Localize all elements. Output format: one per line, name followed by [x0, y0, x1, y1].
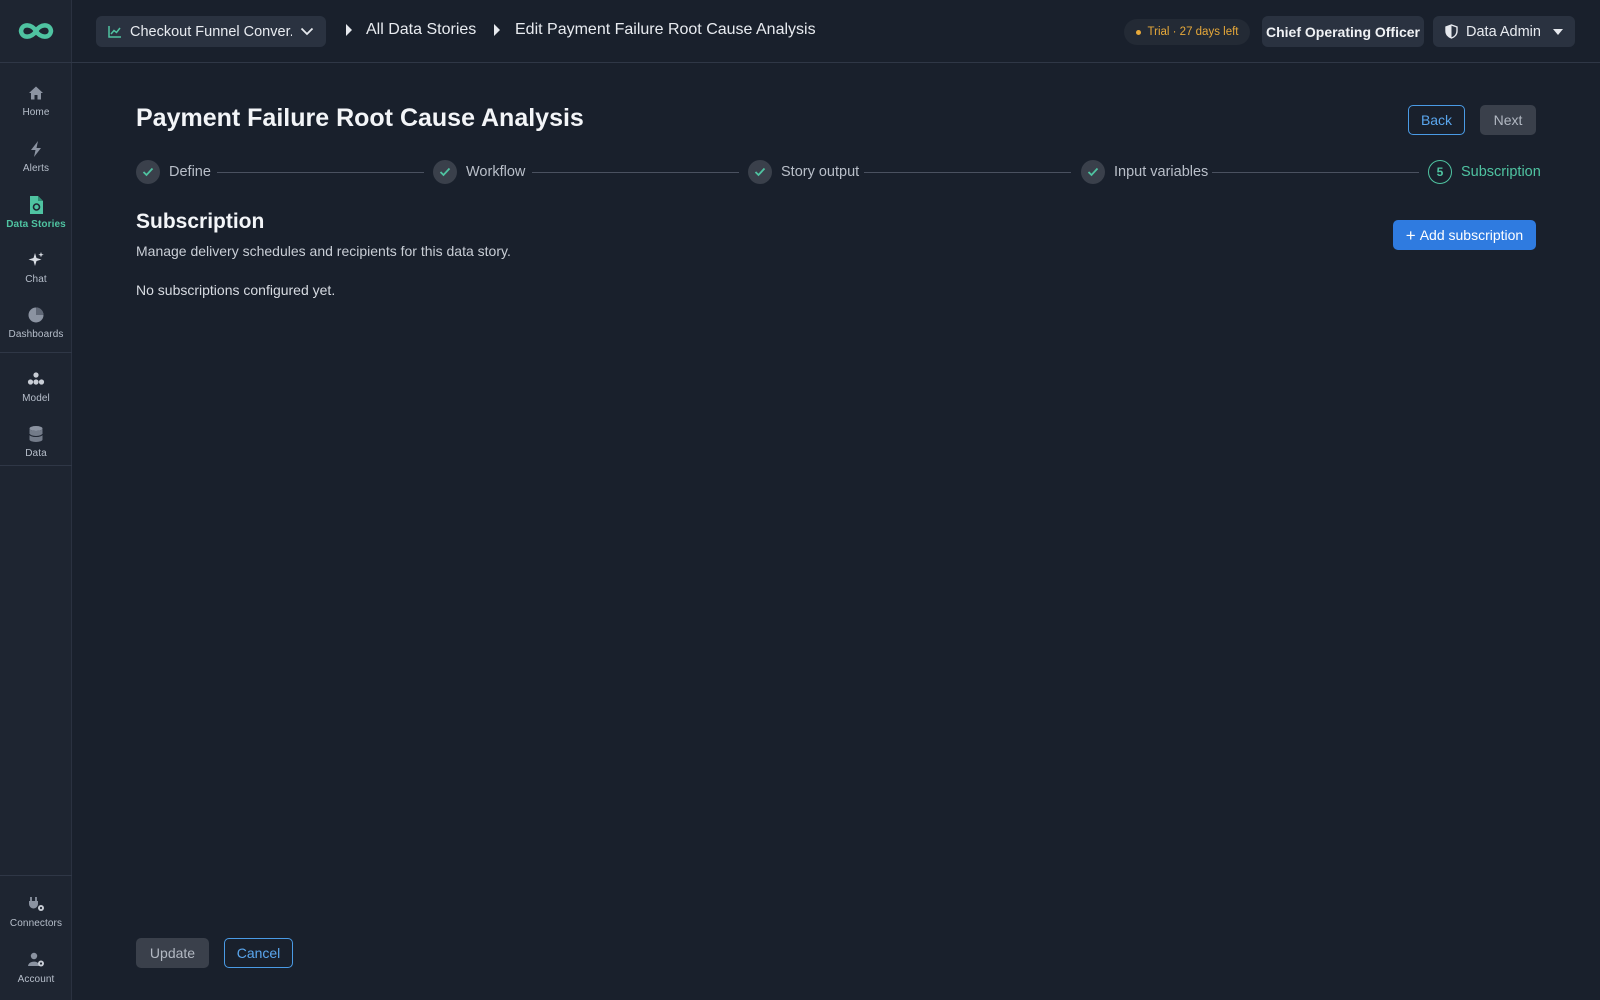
caret-right-icon [346, 24, 352, 36]
sidebar-item-label: Data Stories [6, 218, 66, 230]
nav-group-primary: Home Alerts Data Stories Chat Dashboards [0, 63, 72, 353]
step-label: Story output [781, 164, 860, 180]
breadcrumb-current: Edit Payment Failure Root Cause Analysis [515, 21, 816, 38]
step-connector [1212, 172, 1419, 173]
bolt-icon [26, 139, 46, 159]
caret-right-icon [494, 24, 500, 36]
home-icon [26, 83, 46, 103]
check-icon [433, 160, 457, 184]
nav-group-secondary: Model Data [0, 353, 72, 466]
trial-text: Trial · 27 days left [1147, 26, 1239, 38]
role-button[interactable]: Chief Operating Officer [1262, 16, 1424, 47]
update-button[interactable]: Update [136, 938, 209, 968]
trial-badge: Trial · 27 days left [1124, 19, 1250, 45]
section-description: Manage delivery schedules and recipients… [136, 243, 511, 259]
model-selector-label: Checkout Funnel Conver... [130, 23, 292, 40]
section-title: Subscription [136, 210, 265, 233]
step-subscription[interactable]: 5 Subscription [1428, 160, 1541, 184]
status-dot-icon [1135, 29, 1141, 35]
wizard-stepper: Define Workflow Story output Input varia… [136, 160, 1541, 184]
sidebar-item-label: Connectors [9, 917, 63, 929]
sidebar-item-account[interactable]: Account [0, 942, 72, 992]
plug-icon [26, 894, 46, 914]
sidebar-item-label: Model [22, 392, 50, 404]
cancel-button[interactable]: Cancel [224, 938, 293, 968]
line-chart-icon [108, 26, 121, 38]
sidebar-item-label: Account [17, 973, 55, 985]
step-number: 5 [1428, 160, 1452, 184]
sidebar-item-connectors[interactable]: Connectors [0, 886, 72, 936]
back-button[interactable]: Back [1408, 105, 1465, 135]
role-label: Chief Operating Officer [1265, 23, 1421, 40]
step-input-variables[interactable]: Input variables [1081, 160, 1208, 184]
app-logo[interactable] [0, 0, 72, 63]
chevron-down-icon [300, 27, 314, 36]
sidebar-item-home[interactable]: Home [0, 75, 72, 125]
shield-icon [1445, 24, 1458, 39]
sidebar-item-chat[interactable]: Chat [0, 242, 72, 292]
step-story-output[interactable]: Story output [748, 160, 859, 184]
sidebar-item-data[interactable]: Data [0, 416, 72, 466]
sidebar-item-dashboards[interactable]: Dashboards [0, 297, 72, 347]
step-label: Define [169, 164, 211, 180]
step-label: Input variables [1114, 164, 1209, 180]
plus-icon: + [1405, 225, 1416, 245]
sidebar-item-label: Alerts [22, 162, 50, 174]
page-title: Payment Failure Root Cause Analysis [136, 104, 584, 132]
pie-chart-icon [26, 305, 46, 325]
user-role-label: Data Admin [1466, 23, 1541, 40]
sidebar-item-data-stories[interactable]: Data Stories [0, 187, 72, 237]
next-button[interactable]: Next [1480, 105, 1536, 135]
add-subscription-button[interactable]: + Add subscription [1393, 220, 1536, 250]
step-label: Workflow [466, 164, 526, 180]
step-connector [864, 172, 1071, 173]
check-icon [748, 160, 772, 184]
step-connector [217, 172, 424, 173]
check-icon [136, 160, 160, 184]
infinity-logo-icon [18, 23, 54, 39]
sparkle-icon [26, 250, 46, 270]
step-connector [532, 172, 739, 173]
empty-state-message: No subscriptions configured yet. [136, 282, 336, 298]
add-subscription-label: Add subscription [1419, 227, 1524, 243]
sidebar: Home Alerts Data Stories Chat Dashboards [0, 0, 72, 1000]
user-role-dropdown[interactable]: Data Admin [1433, 16, 1575, 47]
step-workflow[interactable]: Workflow [433, 160, 525, 184]
document-icon [26, 195, 46, 215]
check-icon [1081, 160, 1105, 184]
step-define[interactable]: Define [136, 160, 211, 184]
model-icon [26, 369, 46, 389]
nav-group-bottom: Connectors Account [0, 875, 72, 1000]
breadcrumb-all-data-stories[interactable]: All Data Stories [366, 21, 476, 39]
database-icon [26, 424, 46, 444]
top-bar: Checkout Funnel Conver... All Data Stori… [72, 0, 1600, 63]
sidebar-item-label: Data [25, 447, 47, 459]
step-label: Subscription [1461, 164, 1541, 180]
user-gear-icon [26, 950, 46, 970]
sidebar-item-alerts[interactable]: Alerts [0, 131, 72, 181]
sidebar-item-label: Home [22, 106, 50, 118]
sidebar-item-model[interactable]: Model [0, 361, 72, 411]
model-selector[interactable]: Checkout Funnel Conver... [96, 16, 326, 47]
sidebar-item-label: Chat [25, 273, 47, 285]
caret-down-icon [1553, 28, 1563, 35]
sidebar-item-label: Dashboards [8, 328, 64, 340]
